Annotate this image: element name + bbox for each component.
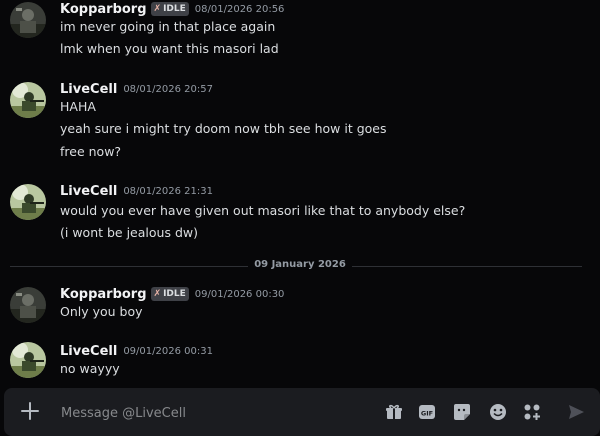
username[interactable]: Kopparborg <box>60 287 147 302</box>
message-line: Only you boy <box>60 304 143 319</box>
timestamp: 08/01/2026 21:31 <box>123 185 213 197</box>
apps-icon <box>524 404 540 420</box>
timestamp: 09/01/2026 00:31 <box>123 345 213 357</box>
timestamp: 09/01/2026 00:30 <box>194 288 285 300</box>
message-line: no wayyy <box>60 361 120 376</box>
sticker-button[interactable] <box>452 402 472 422</box>
avatar-livecell[interactable] <box>10 342 46 378</box>
send-button[interactable] <box>566 402 586 422</box>
status-badge: ✗ IDLE <box>150 287 189 301</box>
timestamp: 08/01/2026 20:57 <box>123 83 213 95</box>
dagger-icon: ✗ <box>153 4 162 14</box>
avatar-kopparborg[interactable] <box>10 2 46 38</box>
avatar-kopparborg[interactable] <box>10 287 46 323</box>
emoji-icon <box>490 404 506 420</box>
message-line: lmk when you want this masori lad <box>60 41 279 56</box>
avatar-livecell[interactable] <box>10 82 46 118</box>
username[interactable]: LiveCell <box>60 184 117 199</box>
send-icon <box>569 405 584 419</box>
message-input[interactable] <box>59 400 363 426</box>
date-divider: 09 January 2026 <box>0 259 600 270</box>
message-line: free now? <box>60 144 122 159</box>
add-attachment-button[interactable] <box>18 400 42 424</box>
gift-icon <box>386 404 402 419</box>
gif-label: GIF <box>421 410 433 418</box>
username[interactable]: LiveCell <box>60 344 117 359</box>
message-line: yeah sure i might try doom now tbh see h… <box>60 121 387 136</box>
sticker-icon <box>454 404 470 420</box>
apps-button[interactable] <box>522 402 542 422</box>
badge-label: IDLE <box>163 289 186 299</box>
message-list: Kopparborg ✗ IDLE 08/01/2026 20:56 im ne… <box>0 0 600 388</box>
date-divider-label: 09 January 2026 <box>248 259 352 270</box>
emoji-button[interactable] <box>488 402 508 422</box>
badge-label: IDLE <box>163 4 186 14</box>
message-line: would you ever have given out masori lik… <box>60 203 466 218</box>
username[interactable]: Kopparborg <box>60 2 147 17</box>
gif-button[interactable]: GIF <box>417 402 437 422</box>
message-line: im never going in that place again <box>60 19 276 34</box>
dagger-icon: ✗ <box>153 289 162 299</box>
gift-button[interactable] <box>384 402 404 422</box>
avatar-livecell[interactable] <box>10 184 46 220</box>
message-line: HAHA <box>60 99 96 114</box>
status-badge: ✗ IDLE <box>150 2 189 16</box>
gif-icon: GIF <box>419 405 435 419</box>
plus-icon <box>21 402 39 420</box>
timestamp: 08/01/2026 20:56 <box>194 3 285 15</box>
message-composer: GIF <box>4 388 600 436</box>
message-line: (i wont be jealous dw) <box>60 225 198 240</box>
username[interactable]: LiveCell <box>60 82 117 97</box>
